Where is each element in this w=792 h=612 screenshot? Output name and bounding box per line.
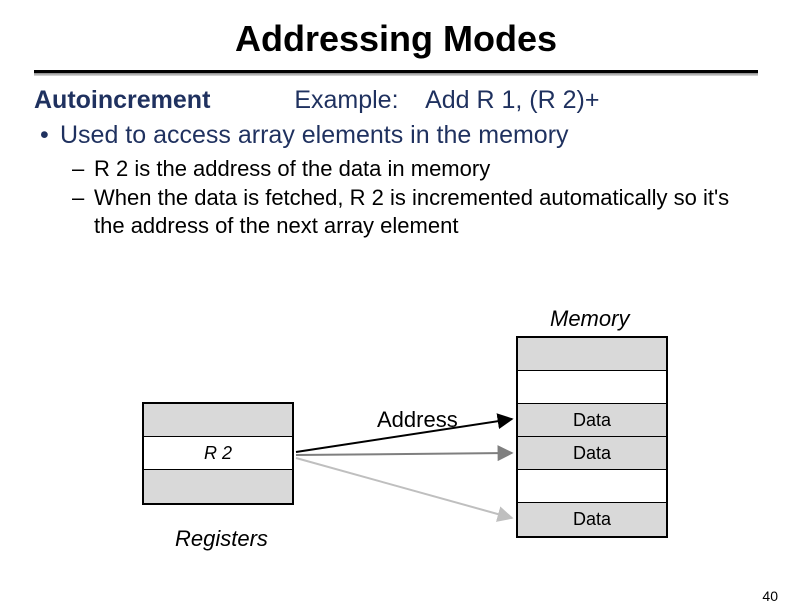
memory-cell-3: Data	[518, 437, 666, 470]
diagram: Memory Data Data Data Address R 2 Regist…	[0, 300, 792, 590]
memory-cell-2: Data	[518, 404, 666, 437]
registers-heading: Registers	[175, 526, 268, 552]
register-row-0	[144, 404, 292, 437]
memory-cell-1	[518, 371, 666, 404]
registers-block: R 2	[142, 402, 294, 505]
register-row-2	[144, 470, 292, 503]
title-underline	[34, 70, 758, 76]
secondary-bullets: R 2 is the address of the data in memory…	[34, 155, 758, 241]
memory-cell-4	[518, 470, 666, 503]
subbullet-2: When the data is fetched, R 2 is increme…	[34, 184, 758, 241]
subbullet-1: R 2 is the address of the data in memory	[34, 155, 758, 184]
arrow-r2-to-data2	[296, 453, 512, 455]
address-label: Address	[377, 407, 458, 433]
mode-example-line: Autoincrement Example: Add R 1, (R 2)+	[34, 86, 758, 115]
slide: Addressing Modes Autoincrement Example: …	[0, 0, 792, 612]
memory-cell-5: Data	[518, 503, 666, 536]
example-label: Example:	[294, 86, 398, 114]
slide-title: Addressing Modes	[34, 18, 758, 60]
memory-cell-0	[518, 338, 666, 371]
mode-name: Autoincrement	[34, 86, 210, 114]
arrows-svg	[0, 300, 792, 590]
memory-block: Data Data Data	[516, 336, 668, 538]
example-code: Add R 1, (R 2)+	[425, 86, 599, 114]
memory-heading: Memory	[550, 306, 629, 332]
bullet-1: Used to access array elements in the mem…	[34, 119, 758, 151]
register-row-1: R 2	[144, 437, 292, 470]
arrow-r2-to-data3	[296, 458, 512, 518]
page-number: 40	[762, 588, 778, 604]
primary-bullets: Used to access array elements in the mem…	[34, 119, 758, 151]
